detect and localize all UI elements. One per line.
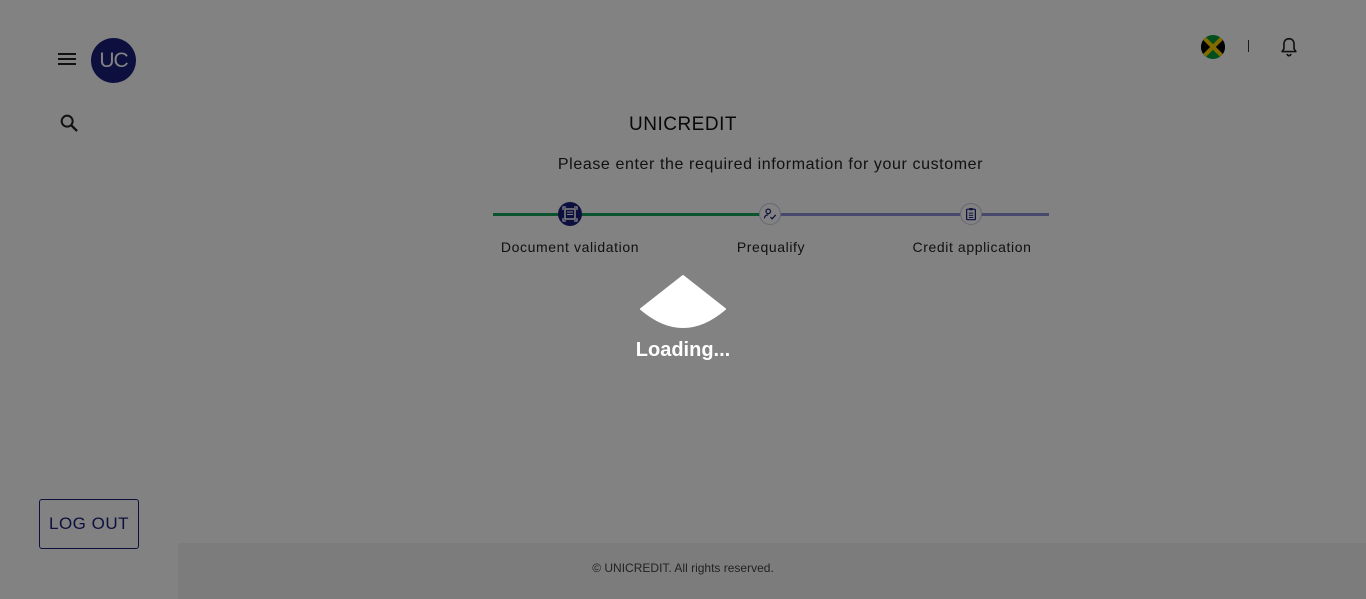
loading-spinner-icon (640, 275, 726, 333)
loading-text: Loading... (635, 339, 731, 361)
